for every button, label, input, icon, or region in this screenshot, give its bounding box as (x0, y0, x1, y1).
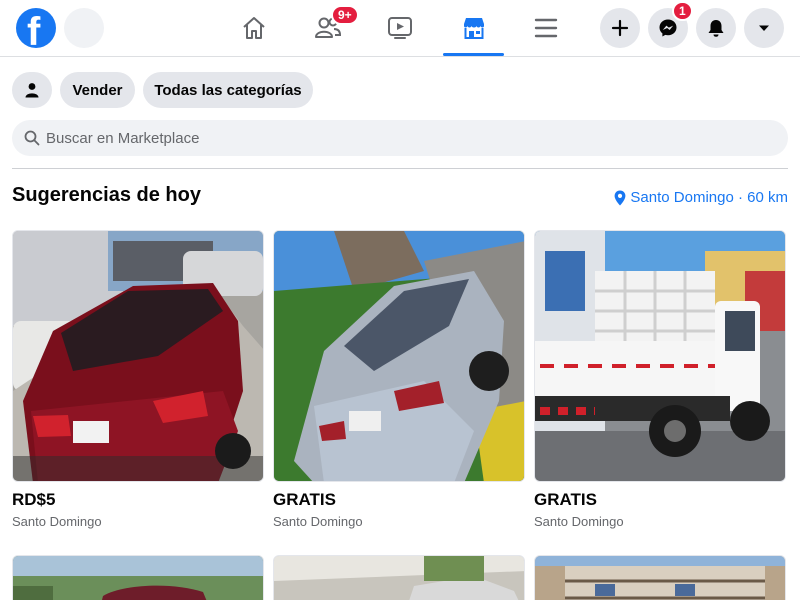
caret-down-icon (759, 25, 769, 31)
divider (12, 168, 788, 169)
friends-badge: 9+ (331, 5, 359, 25)
account-menu-button[interactable] (744, 8, 784, 48)
listing-card[interactable]: GRATIS Santo Domingo (534, 230, 786, 530)
listing-location: Santo Domingo (273, 514, 363, 529)
listing-price: RD$5 (12, 490, 56, 509)
avatar[interactable] (64, 8, 104, 48)
messenger-button[interactable]: 1 (648, 1, 693, 48)
sell-button[interactable]: Vender (60, 72, 135, 108)
notifications-button[interactable] (696, 8, 736, 48)
section-title: Sugerencias de hoy (12, 184, 201, 206)
listing-photo[interactable] (534, 555, 786, 600)
all-categories-button[interactable]: Todas las categorías (143, 72, 313, 108)
listing-photo[interactable] (273, 230, 525, 482)
listing-location: Santo Domingo (534, 514, 624, 529)
listing-card[interactable]: RD$5 Santo Domingo (12, 230, 264, 530)
tab-home[interactable] (216, 0, 292, 56)
watch-icon (388, 17, 412, 39)
listing-photo[interactable] (12, 230, 264, 482)
location-label: Santo Domingo · 60 km (630, 189, 788, 206)
sell-label: Vender (72, 81, 123, 99)
home-icon (243, 17, 265, 39)
listing-location: Santo Domingo (12, 514, 102, 529)
listing-price: GRATIS (534, 490, 597, 509)
create-button[interactable] (600, 8, 640, 48)
bell-icon (708, 20, 724, 37)
listing-card[interactable] (273, 555, 525, 600)
tab-marketplace[interactable] (443, 0, 504, 56)
search-input[interactable] (46, 121, 766, 155)
profile-chip[interactable] (12, 72, 52, 108)
marketplace-icon (463, 18, 484, 39)
person-icon (25, 83, 39, 98)
location-pin-icon (615, 190, 626, 205)
listing-photo[interactable] (534, 230, 786, 482)
listing-photo[interactable] (273, 555, 525, 600)
messenger-badge: 1 (672, 1, 693, 21)
location-filter[interactable]: Santo Domingo · 60 km (614, 189, 788, 206)
marketplace-search[interactable] (12, 120, 788, 156)
tab-menu[interactable] (508, 0, 584, 56)
listing-photo[interactable] (12, 555, 264, 600)
plus-icon (611, 19, 629, 37)
facebook-logo[interactable]: f (16, 8, 56, 48)
search-icon (24, 130, 40, 146)
listing-card[interactable] (534, 555, 786, 600)
messenger-icon (659, 19, 677, 37)
categories-label: Todas las categorías (154, 81, 302, 99)
tab-friends[interactable]: 9+ (290, 0, 366, 56)
menu-icon (534, 18, 558, 38)
listing-card[interactable] (12, 555, 264, 600)
listing-card[interactable]: GRATIS Santo Domingo (273, 230, 525, 530)
listing-price: GRATIS (273, 490, 336, 509)
tab-watch[interactable] (362, 0, 438, 56)
top-navigation-bar: f 9+ 1 (0, 0, 800, 57)
